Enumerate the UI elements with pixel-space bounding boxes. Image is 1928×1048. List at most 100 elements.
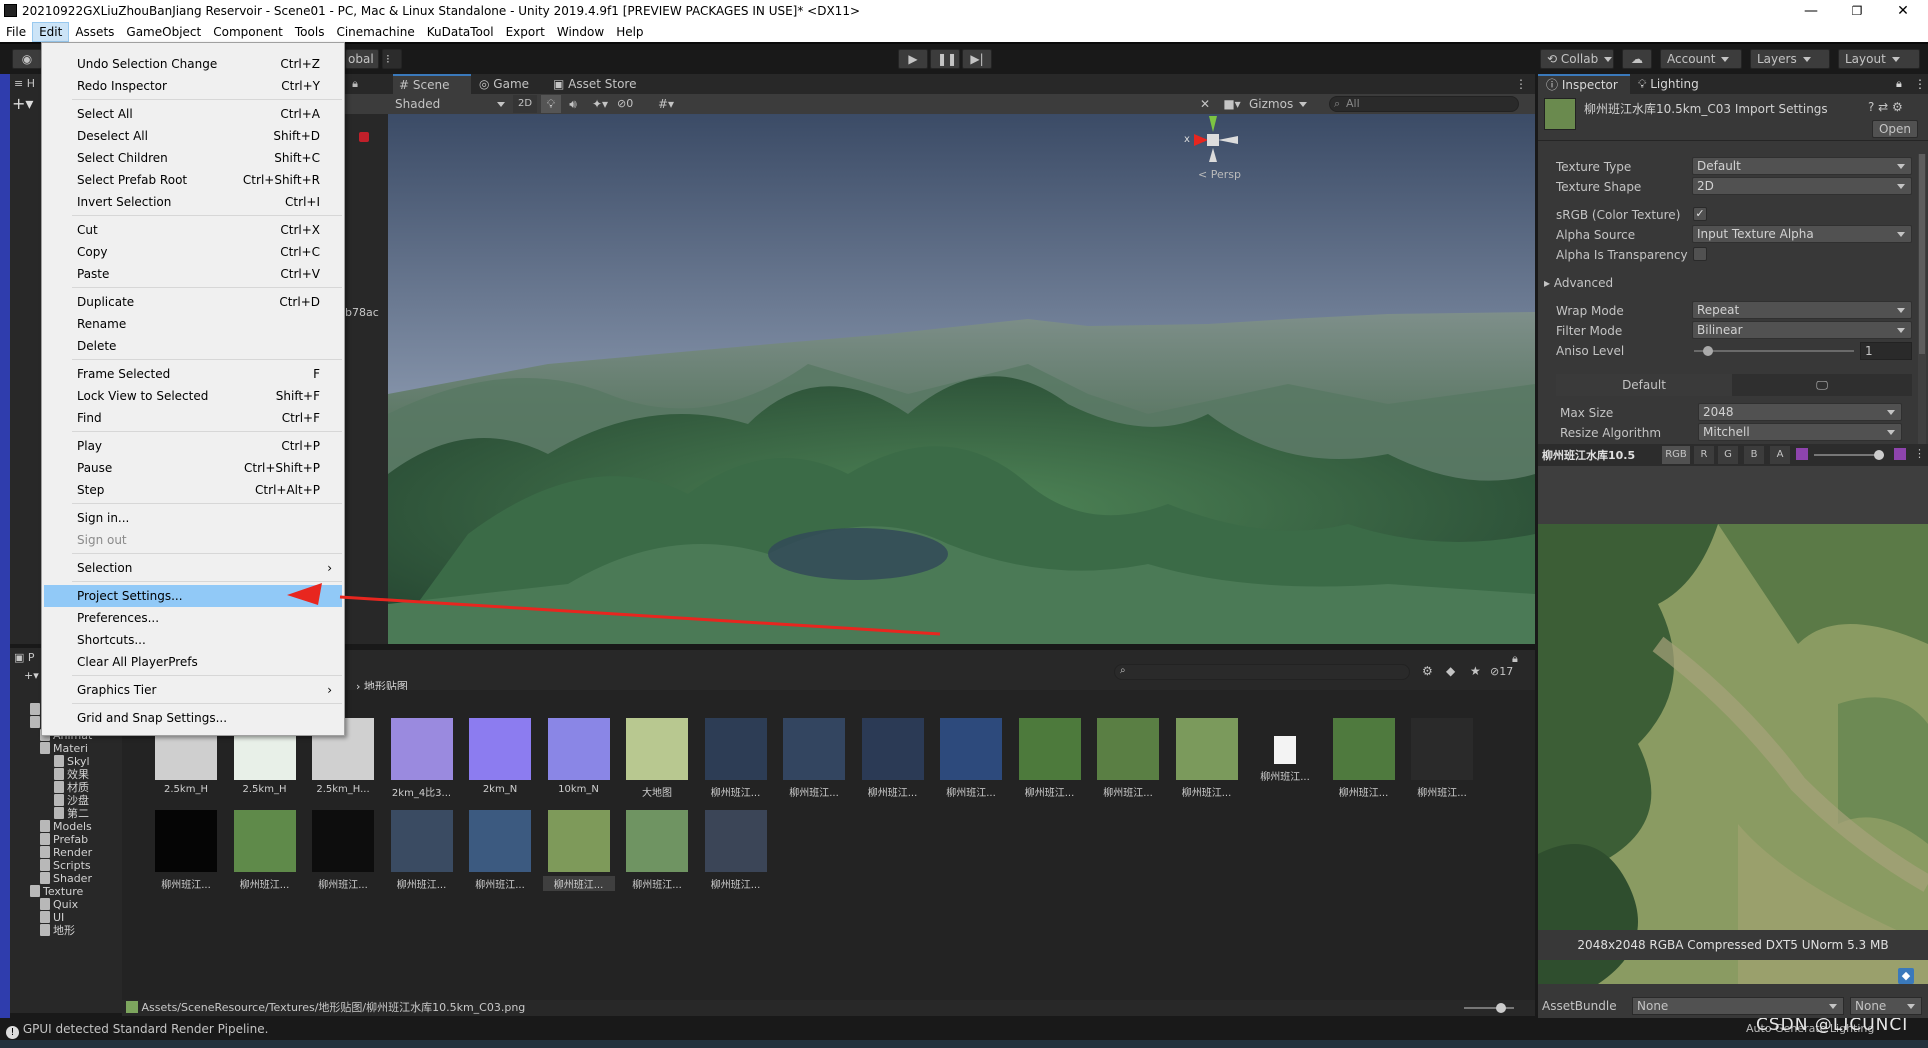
minimize-button[interactable]: —	[1788, 0, 1834, 22]
grid-snap-icon[interactable]: ⁝	[382, 49, 402, 69]
inspector-scrollbar[interactable]	[1918, 154, 1926, 444]
menu-item-selection[interactable]: Selection ›	[44, 557, 342, 579]
view-tool-icon[interactable]: ◉	[12, 49, 42, 69]
menu-item-duplicate[interactable]: Duplicate Ctrl+D	[44, 291, 342, 313]
header-icons[interactable]: ? ⇄ ⚙	[1868, 100, 1924, 114]
open-button[interactable]: Open	[1872, 120, 1918, 138]
menu-tools[interactable]: Tools	[289, 22, 331, 42]
menu-item-sign-in[interactable]: Sign in...	[44, 507, 342, 529]
asset-item[interactable]: 柳州班江...	[700, 810, 772, 910]
layers-dropdown[interactable]: Layers	[1750, 49, 1830, 69]
menu-item-rename[interactable]: Rename	[44, 313, 342, 335]
project-search-input[interactable]: ⌕	[1114, 664, 1410, 680]
menu-file[interactable]: File	[0, 22, 32, 42]
menu-item-undo-selection-change[interactable]: Undo Selection Change Ctrl+Z	[44, 53, 342, 75]
menu-item-graphics-tier[interactable]: Graphics Tier ›	[44, 679, 342, 701]
thumbnail-size-handle[interactable]	[1496, 1003, 1506, 1013]
layout-dropdown[interactable]: Layout	[1838, 49, 1920, 69]
lock-icon[interactable]: 🔒︎	[345, 74, 365, 94]
assetbundle-dropdown[interactable]: None	[1632, 997, 1844, 1015]
tab-asset-store[interactable]: ▣ Asset Store	[547, 74, 657, 94]
lighting-toggle-icon[interactable]: 💡︎	[541, 95, 561, 113]
assetbundle-variant-dropdown[interactable]: None	[1850, 997, 1922, 1015]
menu-item-pause[interactable]: Pause Ctrl+Shift+P	[44, 457, 342, 479]
texture-shape-dropdown[interactable]: 2D	[1692, 177, 1912, 195]
asset-item[interactable]: 柳州班江...	[700, 718, 772, 818]
asset-item[interactable]: 柳州班江...	[1249, 718, 1321, 818]
tab-inspector[interactable]: ⓘ Inspector	[1538, 74, 1630, 94]
status-message[interactable]: GPUI detected Standard Render Pipeline.	[23, 1022, 269, 1036]
orientation-gizmo[interactable]: y x < Persp	[1178, 114, 1288, 204]
tab-game[interactable]: ◎ Game	[473, 74, 545, 94]
tab-scene[interactable]: # Scene	[393, 74, 471, 94]
alpha-source-dropdown[interactable]: Input Texture Alpha	[1692, 225, 1912, 243]
asset-item[interactable]: 柳州班江...	[1092, 718, 1164, 818]
channel-b-button[interactable]: B	[1744, 446, 1764, 464]
asset-item[interactable]: 柳州班江...	[1328, 718, 1400, 818]
menu-item-find[interactable]: Find Ctrl+F	[44, 407, 342, 429]
channel-rgb-button[interactable]: RGB	[1662, 446, 1690, 464]
asset-item[interactable]: 柳州班江...	[778, 718, 850, 818]
menu-cinemachine[interactable]: Cinemachine	[330, 22, 420, 42]
camera-dropdown-icon[interactable]: ■▾	[1217, 95, 1247, 113]
menu-item-grid-and-snap-settings[interactable]: Grid and Snap Settings...	[44, 707, 342, 729]
asset-item[interactable]: 柳州班江...	[1014, 718, 1086, 818]
more-options-icon[interactable]: ⋮	[1914, 74, 1926, 94]
maximize-button[interactable]: ❐	[1834, 0, 1880, 22]
max-size-dropdown[interactable]: 2048	[1698, 403, 1902, 421]
asset-item[interactable]: 柳州班江...	[542, 810, 615, 910]
wrap-mode-dropdown[interactable]: Repeat	[1692, 301, 1912, 319]
asset-item[interactable]: 大地图	[621, 718, 693, 818]
srgb-checkbox[interactable]: ✓	[1693, 207, 1707, 221]
menu-item-preferences[interactable]: Preferences...	[44, 607, 342, 629]
pivot-global-toggle[interactable]: obal	[345, 49, 379, 69]
menu-item-frame-selected[interactable]: Frame Selected F	[44, 363, 342, 385]
scene-search-input[interactable]: ⌕ All	[1329, 96, 1519, 112]
mip-slider-handle[interactable]	[1874, 450, 1884, 460]
tab-lighting[interactable]: 💡︎ Lighting	[1632, 74, 1712, 94]
effects-dropdown-icon[interactable]: ✦▾	[585, 95, 615, 113]
tag-icon[interactable]: ◆	[1898, 968, 1914, 984]
hidden-objects-toggle[interactable]: ⊘0	[617, 95, 649, 113]
menu-item-cut[interactable]: Cut Ctrl+X	[44, 219, 342, 241]
filter-mode-dropdown[interactable]: Bilinear	[1692, 321, 1912, 339]
play-button[interactable]: ▶	[898, 49, 928, 69]
collab-dropdown[interactable]: ⟲ Collab	[1540, 49, 1614, 69]
menu-component[interactable]: Component	[207, 22, 289, 42]
menu-assets[interactable]: Assets	[69, 22, 120, 42]
platform-tab-default[interactable]: Default	[1556, 374, 1732, 396]
asset-item[interactable]: 10km_N	[543, 718, 615, 818]
grid-toggle-icon[interactable]: #▾	[651, 95, 681, 113]
step-button[interactable]: ▶|	[962, 49, 992, 69]
create-plus-icon[interactable]: +▾	[12, 94, 40, 114]
filter-type-icon[interactable]: ⚙	[1422, 664, 1433, 678]
menu-item-delete[interactable]: Delete	[44, 335, 342, 357]
aniso-level-field[interactable]: 1	[1860, 342, 1912, 360]
asset-item[interactable]: 柳州班江...	[386, 810, 458, 910]
more-options-icon[interactable]: ⋮	[1515, 74, 1529, 94]
cloud-icon[interactable]: ☁	[1622, 49, 1652, 69]
asset-item[interactable]: 柳州班江...	[229, 810, 301, 910]
menu-export[interactable]: Export	[500, 22, 551, 42]
audio-toggle-icon[interactable]: 🔊︎	[563, 95, 583, 113]
asset-item[interactable]: 柳州班江...	[1171, 718, 1243, 818]
aniso-slider-handle[interactable]	[1703, 346, 1713, 356]
thumbnail-size-slider[interactable]	[1464, 1003, 1514, 1013]
channel-r-button[interactable]: R	[1694, 446, 1714, 464]
menu-item-select-all[interactable]: Select All Ctrl+A	[44, 103, 342, 125]
asset-item[interactable]: 柳州班江...	[857, 718, 929, 818]
close-button[interactable]: ✕	[1880, 0, 1926, 22]
asset-item[interactable]: 柳州班江...	[621, 810, 693, 910]
asset-item[interactable]: 柳州班江...	[150, 810, 222, 910]
menu-item-clear-all-playerprefs[interactable]: Clear All PlayerPrefs	[44, 651, 342, 673]
menu-item-sign-out[interactable]: Sign out	[44, 529, 342, 551]
menu-edit[interactable]: Edit	[32, 22, 70, 42]
label-filter-icon[interactable]: ◆	[1446, 664, 1455, 678]
favorite-star-icon[interactable]: ★	[1470, 664, 1481, 678]
menu-item-project-settings[interactable]: Project Settings...	[44, 585, 342, 607]
channel-g-button[interactable]: G	[1718, 446, 1738, 464]
shading-mode-dropdown[interactable]: Shaded	[391, 95, 511, 113]
project-tree-item[interactable]: 地形	[40, 923, 75, 939]
advanced-foldout[interactable]: ▸ Advanced	[1544, 276, 1613, 290]
gizmos-dropdown[interactable]: Gizmos	[1249, 95, 1315, 113]
